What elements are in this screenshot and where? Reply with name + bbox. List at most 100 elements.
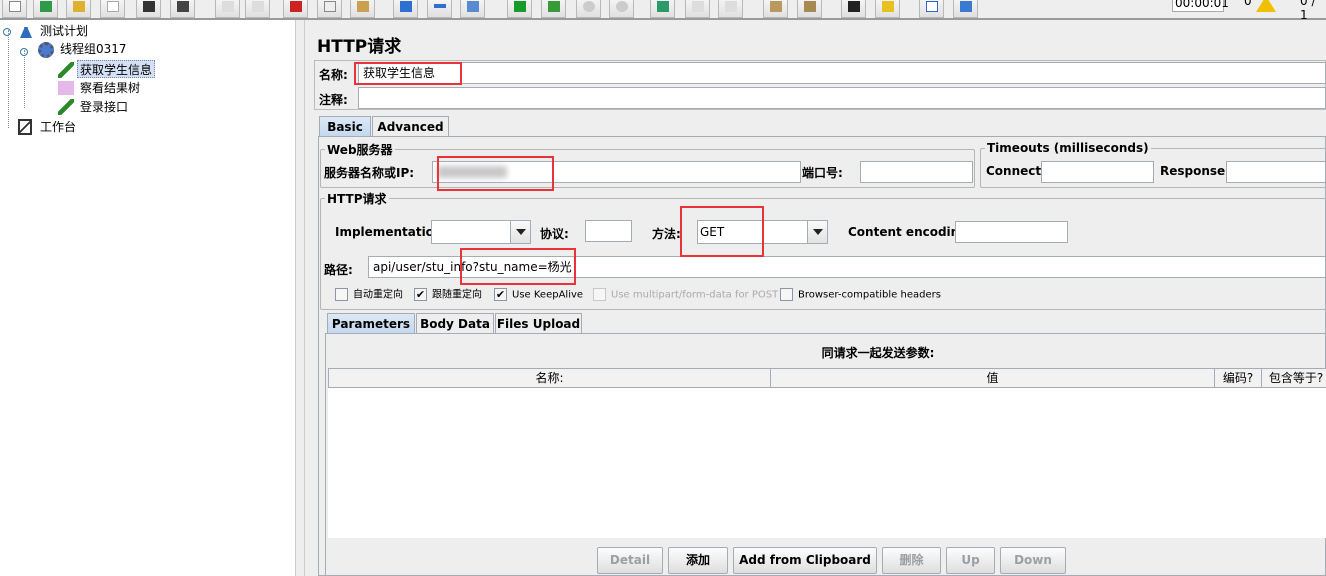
copy-button[interactable] <box>317 0 342 18</box>
tree-item-login-api[interactable]: 登录接口 <box>80 98 128 116</box>
follow-redirect-checkbox[interactable]: ✔ 跟随重定向 <box>414 288 482 302</box>
reset-search-button[interactable] <box>875 0 900 18</box>
chevron-down-icon <box>510 221 530 243</box>
remote-exit-button[interactable] <box>718 0 743 18</box>
response-timeout-input[interactable] <box>1226 161 1326 183</box>
tree-item-thread-group[interactable]: 线程组0317 <box>60 40 127 58</box>
column-value[interactable]: 值 <box>770 368 1215 388</box>
help-icon <box>960 1 972 12</box>
checkbox-label: Use multipart/form-data for POST <box>611 289 779 301</box>
remote-stop-icon <box>692 1 704 12</box>
chevron-down-icon <box>807 221 827 243</box>
edit-icon <box>177 1 189 12</box>
auto-redirect-checkbox[interactable]: 自动重定向 <box>335 288 403 302</box>
checkbox-label: 跟随重定向 <box>432 289 482 301</box>
content-encoding-input[interactable] <box>955 221 1068 243</box>
paste-button[interactable] <box>350 0 375 18</box>
path-input[interactable]: api/user/stu_info?stu_name=杨光 <box>368 256 1326 278</box>
tree-item-get-student-info[interactable]: 获取学生信息 <box>77 60 156 78</box>
add-from-clipboard-button[interactable]: Add from Clipboard <box>733 547 877 574</box>
broom-icon <box>770 1 782 12</box>
port-input[interactable] <box>860 161 973 183</box>
expand-handle[interactable] <box>20 48 28 56</box>
tab-basic[interactable]: Basic <box>319 116 371 137</box>
remote-stop-button[interactable] <box>685 0 710 18</box>
start-button[interactable] <box>507 0 532 18</box>
cut-button[interactable] <box>283 0 308 18</box>
protocol-input[interactable] <box>585 220 632 242</box>
tab-advanced[interactable]: Advanced <box>372 116 449 137</box>
tree-item-view-results-tree[interactable]: 察看结果树 <box>80 79 140 97</box>
collapse-button[interactable] <box>427 0 452 18</box>
content-encoding-label: Content encoding: <box>848 225 973 239</box>
server-input[interactable] <box>432 161 801 183</box>
down-button[interactable]: Down <box>1000 547 1066 574</box>
remote-start-icon <box>657 1 669 12</box>
save-icon <box>143 1 155 12</box>
help-button[interactable] <box>953 0 978 18</box>
delete-button[interactable]: 删除 <box>882 547 941 574</box>
document-icon <box>107 1 119 12</box>
port-label: 端口号: <box>802 166 843 180</box>
redo-button[interactable] <box>245 0 270 18</box>
comment-input[interactable] <box>358 87 1326 109</box>
web-server-legend: Web服务器 <box>327 143 393 157</box>
templates-icon <box>40 1 52 12</box>
new-button[interactable] <box>2 0 27 18</box>
column-name[interactable]: 名称: <box>328 368 771 388</box>
scissors-icon <box>290 1 302 12</box>
clear-all-button[interactable] <box>797 0 822 18</box>
method-select[interactable]: GET <box>697 220 828 244</box>
warning-icon[interactable] <box>1256 0 1276 12</box>
name-input[interactable]: 获取学生信息 <box>358 62 1326 84</box>
broom-all-icon <box>804 1 816 12</box>
start-no-pauses-button[interactable] <box>541 0 566 18</box>
tab-files-upload[interactable]: Files Upload <box>495 313 582 334</box>
templates-button[interactable] <box>33 0 58 18</box>
protocol-label: 协议: <box>540 227 569 241</box>
splitter-handle[interactable] <box>295 20 305 576</box>
shutdown-button[interactable] <box>609 0 634 18</box>
list-icon <box>926 1 938 12</box>
checkbox-label: Use KeepAlive <box>512 289 584 301</box>
remote-start-button[interactable] <box>650 0 675 18</box>
save-button[interactable] <box>136 0 161 18</box>
stop-button[interactable] <box>576 0 601 18</box>
column-encode[interactable]: 编码? <box>1214 368 1262 388</box>
expand-button[interactable] <box>393 0 418 18</box>
comment-label: 注释: <box>319 93 348 107</box>
undo-button[interactable] <box>215 0 240 18</box>
plus-icon <box>400 1 412 12</box>
function-helper-button[interactable] <box>919 0 944 18</box>
tree-line <box>8 30 9 128</box>
save-screenshot-button[interactable] <box>170 0 195 18</box>
tree-item-test-plan[interactable]: 测试计划 <box>40 22 88 40</box>
open-button[interactable] <box>66 0 91 18</box>
sampler-pipette-icon <box>58 99 74 115</box>
clear-button[interactable] <box>763 0 788 18</box>
flask-icon <box>20 22 32 38</box>
up-button[interactable]: Up <box>946 547 995 574</box>
implementation-select[interactable] <box>431 220 531 244</box>
tab-parameters[interactable]: Parameters <box>327 313 415 334</box>
detail-button[interactable]: Detail <box>597 547 663 574</box>
close-button[interactable] <box>100 0 125 18</box>
connect-label: Connect: <box>986 164 1046 178</box>
minus-icon <box>434 4 446 8</box>
column-include-equals[interactable]: 包含等于? <box>1261 368 1326 388</box>
search-button[interactable] <box>841 0 866 18</box>
add-button[interactable]: 添加 <box>668 547 728 574</box>
eraser-icon <box>882 1 894 12</box>
keepalive-checkbox[interactable]: ✔ Use KeepAlive <box>494 288 583 302</box>
expand-handle[interactable] <box>3 28 11 36</box>
toggle-button[interactable] <box>460 0 485 18</box>
thread-count: 0 / 1 <box>1300 0 1316 22</box>
tab-body-data[interactable]: Body Data <box>416 313 494 334</box>
play-no-pause-icon <box>548 1 560 12</box>
tree-item-workbench[interactable]: 工作台 <box>40 118 76 136</box>
test-plan-tree: 测试计划 线程组0317 获取学生信息 察看结果树 登录接口 工作台 <box>0 20 295 576</box>
connect-timeout-input[interactable] <box>1041 161 1154 183</box>
browser-compatible-checkbox[interactable]: Browser-compatible headers <box>780 288 941 302</box>
parameters-table[interactable] <box>328 388 1326 538</box>
multipart-checkbox[interactable]: Use multipart/form-data for POST <box>593 288 778 302</box>
